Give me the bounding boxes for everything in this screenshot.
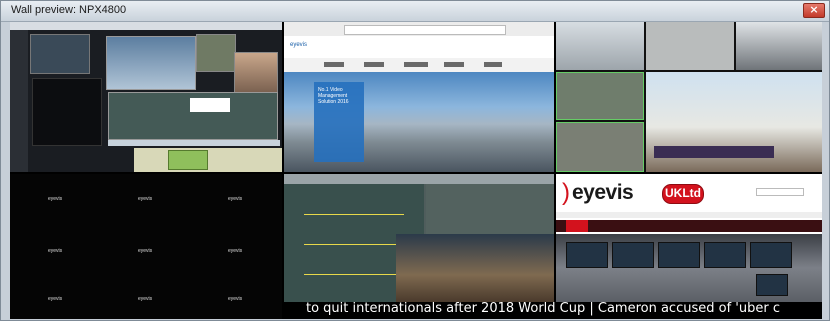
desktop-thumb-window [106,36,196,90]
site-nav [284,58,554,73]
desktop-thumb-grid [30,34,90,74]
eyevis-brand-text: eyevis [572,181,634,204]
control-room-camera [396,234,554,302]
camera-feed-2 [646,22,734,70]
desktop-camera-thumb [196,34,236,72]
browser-toolbar [284,22,554,37]
ticker-text: to quit internationals after 2018 World … [306,302,780,316]
site-hero-image: No.1 Video Management Solution 2016 [284,72,554,172]
uk-ltd-badge: UKLtd [662,184,704,204]
eyevis-logo-3: eyevis [228,196,243,202]
close-button[interactable]: × [803,3,825,18]
tile-website[interactable]: eyevis No.1 Video Management Solution 20… [284,22,554,172]
eyevis-logo-6: eyevis [228,248,243,254]
eyevis-logo-1: eyevis [48,196,63,202]
site-info-strip [556,212,822,218]
window-title: Wall preview: NPX4800 [11,4,127,16]
site-red-nav [556,220,822,232]
site-search-box[interactable] [756,188,804,196]
site-logo: eyevis [290,42,308,48]
camera-feed-1 [556,22,644,70]
site-header: eyevis [284,36,554,58]
tile-eyevis-uk-site[interactable]: ) eyevis UKLtd [556,174,822,302]
desktop-logo-window [190,98,230,112]
tile-eyevis-logos[interactable]: eyevis eyevis eyevis eyevis eyevis eyevi… [10,174,282,319]
news-caption [654,146,774,158]
tile-desktop-capture[interactable] [10,22,282,172]
camera-feed-3 [736,22,822,70]
eyevis-logo-8: eyevis [138,296,153,302]
desktop-bottom-pane [134,148,282,172]
browser-address-bar[interactable] [344,25,506,35]
eyevis-logo-2: eyevis [138,196,153,202]
nav-home-tab[interactable] [566,220,588,232]
eyevis-logo-7: eyevis [48,296,63,302]
desktop-status-bar [108,140,280,146]
eyevis-logo-4: eyevis [48,248,63,254]
close-icon: × [809,3,819,16]
eyevis-logo-9: eyevis [228,296,243,302]
desktop-left-panel [10,30,28,172]
scada-side-panel [426,184,554,234]
camera-feed-5 [556,122,644,172]
desktop-dark-grid [32,78,102,146]
desktop-toolbar [10,22,282,30]
eyevis-logo-5: eyevis [138,248,153,254]
desktop-green-widget [168,150,208,170]
site-hero-title: No.1 Video Management Solution 2016 [318,87,349,105]
tile-camera-feeds[interactable] [556,22,822,172]
scada-toolbar [284,174,554,184]
news-ticker: to quit internationals after 2018 World … [294,302,822,319]
tile-scada[interactable] [284,174,554,302]
control-room-photo [556,234,822,302]
wall-preview-window: Wall preview: NPX4800 × eyevis No.1 Vide… [0,0,830,321]
title-bar: Wall preview: NPX4800 × [1,1,829,22]
video-wall-preview[interactable]: eyevis No.1 Video Management Solution 20… [10,22,822,319]
camera-feed-4 [556,72,644,120]
